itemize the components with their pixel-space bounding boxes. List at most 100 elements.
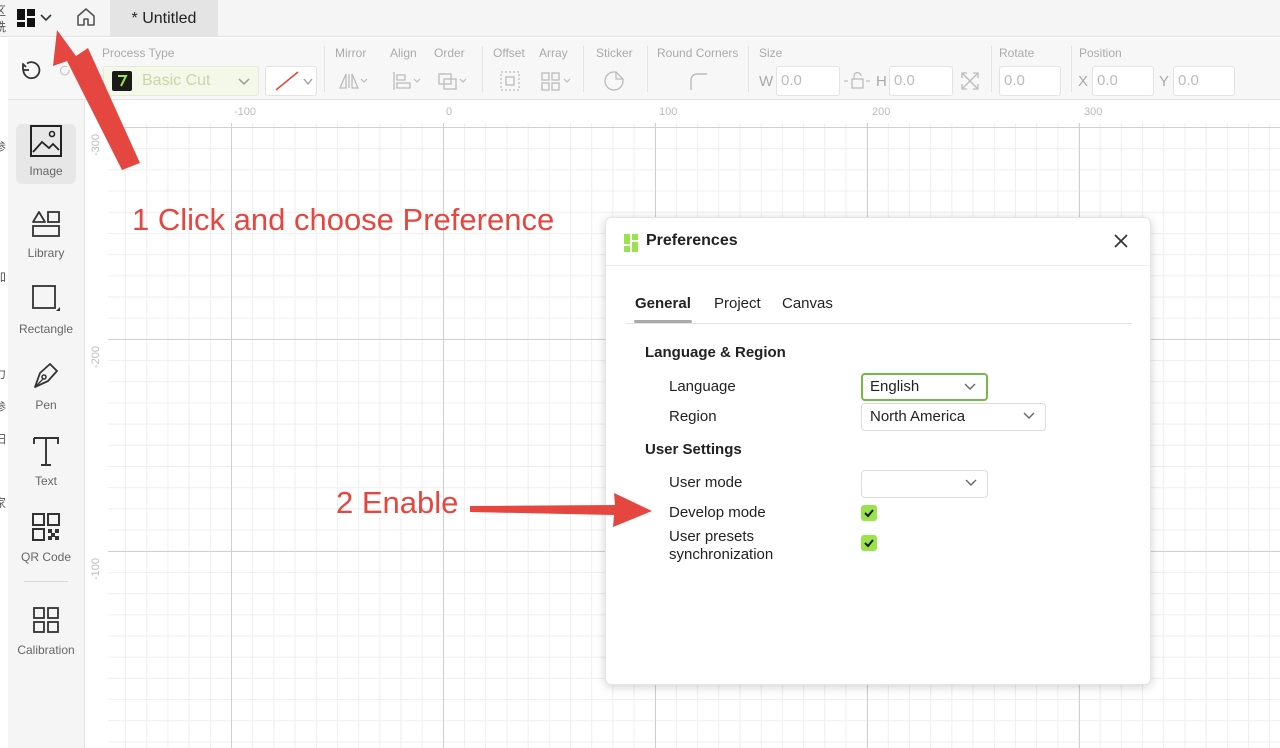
user-presets-label: User presets synchronization — [669, 528, 773, 564]
ruler-label: -300 — [90, 133, 102, 156]
order-icon — [438, 73, 467, 90]
line-color-swatch-icon — [275, 71, 299, 91]
user-presets-label-line1: User presets — [669, 528, 755, 545]
tab-general[interactable]: General — [635, 295, 691, 312]
redo-icon[interactable] — [58, 58, 72, 84]
sticker-button[interactable] — [602, 70, 626, 92]
offset-label: Offset — [493, 46, 525, 60]
undo-icon[interactable] — [18, 58, 44, 84]
align-button[interactable] — [390, 70, 424, 92]
edge-glyph: 加 — [0, 270, 7, 284]
y-input[interactable]: 0.0 — [1173, 66, 1235, 96]
height-input[interactable]: 0.0 — [889, 66, 953, 96]
library-icon — [29, 206, 63, 240]
dialog-title: Preferences — [646, 232, 738, 249]
user-mode-label: User mode — [669, 474, 743, 491]
toolbar: Process Type Basic Cut Mirror Align Orde… — [8, 38, 1280, 100]
toolbar-separator — [482, 46, 483, 92]
sticker-icon — [604, 71, 624, 91]
rotate-input[interactable]: 0.0 — [999, 66, 1061, 96]
array-label: Array — [539, 46, 568, 60]
calibration-icon — [29, 603, 63, 637]
sidebar-item-pen[interactable]: Pen — [16, 358, 76, 418]
language-value: English — [870, 378, 920, 395]
develop-mode-label: Develop mode — [669, 504, 766, 521]
position-label: Position — [1079, 46, 1122, 60]
checkmark-icon — [864, 509, 874, 518]
process-badge-icon — [112, 71, 132, 91]
sidebar-item-rectangle[interactable]: Rectangle — [16, 282, 76, 342]
preferences-tabs: General Project Canvas — [626, 294, 1132, 324]
rectangle-icon — [29, 282, 63, 316]
array-button[interactable] — [540, 70, 574, 92]
process-type-select[interactable]: Basic Cut — [103, 66, 259, 96]
offset-icon — [500, 71, 520, 91]
document-tab[interactable]: * Untitled — [110, 0, 218, 37]
x-value: 0.0 — [1097, 72, 1118, 89]
scale-button[interactable] — [958, 70, 982, 92]
home-button[interactable] — [72, 5, 100, 29]
edge-glyph: 参 — [0, 140, 7, 154]
tool-sidebar: Image Library Rectangle Pen Text QR Code… — [8, 100, 85, 748]
rotate-value: 0.0 — [1004, 72, 1025, 89]
sidebar-item-label: Image — [29, 164, 63, 178]
order-label: Order — [434, 46, 465, 60]
app-logo-icon — [624, 234, 638, 252]
size-label: Size — [759, 46, 783, 60]
user-presets-sync-checkbox[interactable] — [861, 535, 877, 551]
app-window: * Untitled 区 铣 参 加 力 参 扫 家 Process Type … — [0, 0, 1280, 748]
sidebar-item-label: QR Code — [20, 550, 72, 564]
region-label: Region — [669, 408, 717, 425]
edge-glyph: 参 — [0, 400, 7, 414]
tab-project[interactable]: Project — [714, 295, 761, 312]
process-type-label: Process Type — [102, 46, 175, 60]
order-button[interactable] — [436, 70, 470, 92]
sidebar-item-library[interactable]: Library — [16, 206, 76, 266]
array-icon — [541, 72, 571, 91]
width-label: W — [759, 73, 774, 90]
y-label: Y — [1159, 73, 1170, 90]
develop-mode-checkbox[interactable] — [861, 505, 877, 521]
line-color-select[interactable] — [265, 66, 317, 96]
tab-canvas[interactable]: Canvas — [782, 295, 833, 312]
x-input[interactable]: 0.0 — [1092, 66, 1154, 96]
sidebar-item-text[interactable]: Text — [16, 434, 76, 494]
app-logo-icon — [17, 9, 35, 27]
language-select[interactable]: English — [861, 373, 988, 401]
app-menu-button[interactable] — [16, 6, 60, 30]
vertical-ruler: -300 -200 -100 — [86, 101, 108, 748]
edge-strip: 区 铣 参 加 力 参 扫 家 — [0, 0, 8, 748]
mirror-button[interactable] — [336, 70, 370, 92]
qr-code-icon — [29, 510, 63, 544]
title-bar: * Untitled — [0, 0, 1280, 37]
chevron-down-icon — [238, 78, 250, 86]
toolbar-separator — [324, 46, 325, 92]
y-value: 0.0 — [1178, 72, 1199, 89]
sidebar-item-label: Rectangle — [18, 322, 74, 336]
sidebar-item-image[interactable]: Image — [16, 124, 76, 184]
expand-icon — [961, 72, 979, 90]
rotate-label: Rotate — [999, 46, 1035, 60]
sidebar-item-qr-code[interactable]: QR Code — [16, 510, 76, 570]
chevron-down-icon — [1023, 412, 1035, 419]
region-value: North America — [870, 408, 966, 425]
user-mode-select[interactable] — [861, 470, 988, 498]
region-select[interactable]: North America — [861, 403, 1046, 431]
edge-glyph: 力 — [0, 367, 7, 381]
lock-icon — [844, 71, 870, 89]
width-input[interactable]: 0.0 — [776, 66, 840, 96]
language-label: Language — [669, 378, 736, 395]
close-icon[interactable] — [1112, 232, 1130, 250]
height-value: 0.0 — [894, 72, 915, 89]
image-icon — [29, 124, 63, 158]
home-icon — [77, 8, 95, 26]
ruler-label: -200 — [90, 345, 102, 368]
round-corners-button[interactable] — [686, 70, 710, 92]
edge-glyph: 区 — [0, 4, 7, 18]
sidebar-item-calibration[interactable]: Calibration — [16, 603, 76, 663]
offset-button[interactable] — [498, 70, 522, 92]
ruler-label: -100 — [90, 557, 102, 580]
toolbar-separator — [583, 46, 584, 92]
sidebar-item-label: Library — [27, 246, 65, 260]
lock-ratio-toggle[interactable] — [843, 70, 873, 92]
